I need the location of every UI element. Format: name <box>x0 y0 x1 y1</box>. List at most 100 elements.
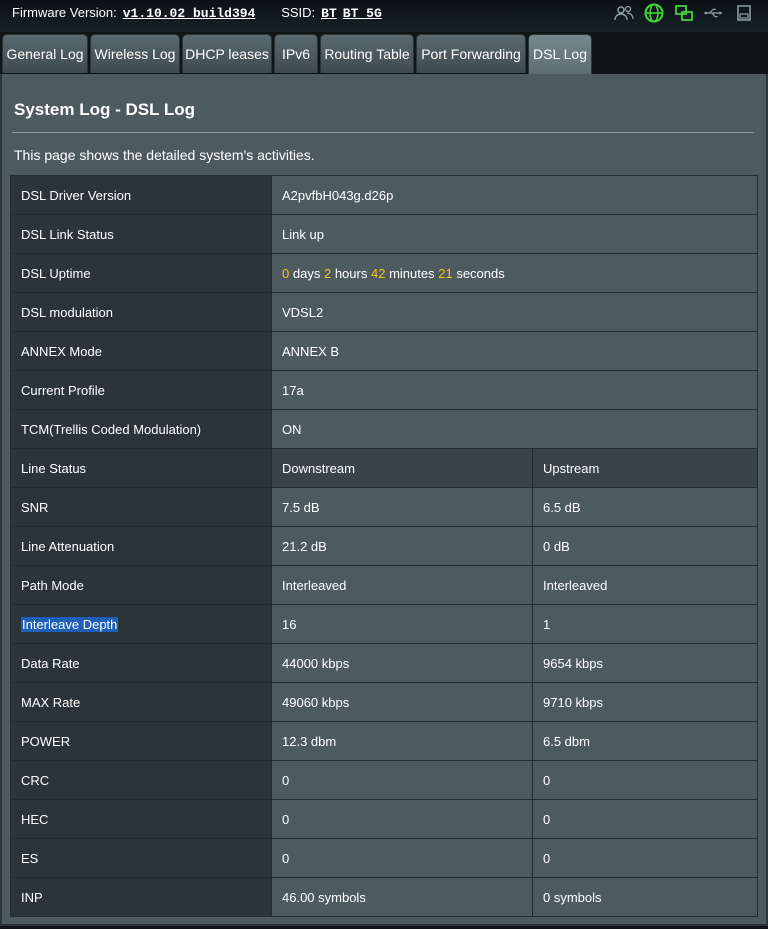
row-value: ANNEX B <box>271 331 758 371</box>
upstream-value: 0 <box>532 838 758 878</box>
ssid-2g-link[interactable]: BT <box>321 6 337 21</box>
uptime-minutes: 42 <box>370 265 386 281</box>
uptime-minutes-unit: minutes <box>389 265 435 281</box>
users-icon[interactable] <box>614 3 634 23</box>
status-icons <box>614 3 754 23</box>
row-label: Current Profile <box>10 370 272 410</box>
row-label: CRC <box>10 760 272 800</box>
table-row: INP 46.00 symbols 0 symbols <box>10 877 758 917</box>
downstream-value: 0 <box>271 799 533 839</box>
row-value: A2pvfbH043g.d26p <box>271 175 758 215</box>
page-title: System Log - DSL Log <box>14 100 196 119</box>
downstream-value: 46.00 symbols <box>271 877 533 917</box>
downstream-value: 44000 kbps <box>271 643 533 683</box>
tab-general-log[interactable]: General Log <box>2 34 88 73</box>
row-label: Line Attenuation <box>10 526 272 566</box>
firmware-label: Firmware Version: <box>12 5 117 20</box>
uptime-seconds: 21 <box>438 265 453 281</box>
dsl-status-table: DSL Driver Version A2pvfbH043g.d26p DSL … <box>10 175 758 917</box>
upstream-value: 0 dB <box>532 526 758 566</box>
dsl-log-panel: System Log - DSL Log This page shows the… <box>0 74 768 926</box>
line-status-header: Line Status Downstream Upstream <box>10 448 758 488</box>
table-row: DSL Driver Version A2pvfbH043g.d26p <box>10 175 758 215</box>
row-label: ES <box>10 838 272 878</box>
table-row: ES 0 0 <box>10 838 758 878</box>
ssid-label: SSID: <box>281 5 316 20</box>
upstream-value: 9654 kbps <box>532 643 758 683</box>
usb-icon[interactable] <box>704 3 724 23</box>
downstream-value: 7.5 dB <box>271 487 533 527</box>
row-label: TCM(Trellis Coded Modulation) <box>10 409 272 449</box>
table-row: Interleave Depth 16 1 <box>10 604 758 644</box>
table-row: Data Rate 44000 kbps 9654 kbps <box>10 643 758 683</box>
table-row: Path Mode Interleaved Interleaved <box>10 565 758 605</box>
uptime-days: 0 <box>282 265 290 281</box>
row-label: Interleave Depth <box>10 604 272 644</box>
table-row: DSL Uptime 0 days 2 hours 42 minutes 21 … <box>10 253 758 293</box>
upstream-value: 9710 kbps <box>532 682 758 722</box>
table-row: DSL modulation VDSL2 <box>10 292 758 332</box>
table-row: ANNEX Mode ANNEX B <box>10 331 758 371</box>
table-row: DSL Link Status Link up <box>10 214 758 254</box>
downstream-value: 21.2 dB <box>271 526 533 566</box>
downstream-value: 0 <box>271 838 533 878</box>
uptime-value: 0 days 2 hours 42 minutes 21 seconds <box>271 253 758 293</box>
row-label: DSL modulation <box>10 292 272 332</box>
row-value: ON <box>271 409 758 449</box>
row-label: ANNEX Mode <box>10 331 272 371</box>
upstream-value: 0 symbols <box>532 877 758 917</box>
row-label: MAX Rate <box>10 682 272 722</box>
header-downstream: Downstream <box>271 448 533 488</box>
row-value: 17a <box>271 370 758 410</box>
downstream-value: Interleaved <box>271 565 533 605</box>
printer-icon[interactable] <box>734 3 754 23</box>
row-label: INP <box>10 877 272 917</box>
table-row: POWER 12.3 dbm 6.5 dbm <box>10 721 758 761</box>
tab-dsl-log[interactable]: DSL Log <box>528 34 592 75</box>
row-value: Link up <box>271 214 758 254</box>
table-row: SNR 7.5 dB 6.5 dB <box>10 487 758 527</box>
upstream-value: 6.5 dbm <box>532 721 758 761</box>
ssid-5g-link[interactable]: BT_5G <box>343 6 382 21</box>
row-label: DSL Driver Version <box>10 175 272 215</box>
network-icon[interactable] <box>674 3 694 23</box>
globe-icon[interactable] <box>644 3 664 23</box>
firmware-version-link[interactable]: v1.10.02_build394 <box>123 6 256 21</box>
uptime-hours-unit: hours <box>334 265 368 281</box>
page-description: This page shows the detailed system's ac… <box>14 147 315 163</box>
downstream-value: 16 <box>271 604 533 644</box>
row-label: Data Rate <box>10 643 272 683</box>
upstream-value: 0 <box>532 799 758 839</box>
header-line-status: Line Status <box>10 448 272 488</box>
table-row: Current Profile 17a <box>10 370 758 410</box>
selected-text: Interleave Depth <box>21 616 119 632</box>
table-row: TCM(Trellis Coded Modulation) ON <box>10 409 758 449</box>
upstream-value: Interleaved <box>532 565 758 605</box>
uptime-days-unit: days <box>292 265 321 281</box>
row-value: VDSL2 <box>271 292 758 332</box>
downstream-value: 12.3 dbm <box>271 721 533 761</box>
firmware-info: Firmware Version: v1.10.02_build394 SSID:… <box>12 5 382 21</box>
row-label: SNR <box>10 487 272 527</box>
top-status-bar: Firmware Version: v1.10.02_build394 SSID:… <box>0 0 768 32</box>
upstream-value: 6.5 dB <box>532 487 758 527</box>
table-row: Line Attenuation 21.2 dB 0 dB <box>10 526 758 566</box>
row-label: DSL Link Status <box>10 214 272 254</box>
title-divider <box>12 132 754 133</box>
uptime-hours: 2 <box>323 265 332 281</box>
tab-port-forwarding[interactable]: Port Forwarding <box>416 34 526 73</box>
upstream-value: 1 <box>532 604 758 644</box>
downstream-value: 49060 kbps <box>271 682 533 722</box>
table-row: CRC 0 0 <box>10 760 758 800</box>
tab-dhcp-leases[interactable]: DHCP leases <box>182 34 272 73</box>
table-row: MAX Rate 49060 kbps 9710 kbps <box>10 682 758 722</box>
tab-ipv6[interactable]: IPv6 <box>274 34 318 73</box>
header-upstream: Upstream <box>532 448 758 488</box>
tab-wireless-log[interactable]: Wireless Log <box>90 34 180 73</box>
tab-routing-table[interactable]: Routing Table <box>320 34 414 73</box>
upstream-value: 0 <box>532 760 758 800</box>
row-label: Path Mode <box>10 565 272 605</box>
table-row: HEC 0 0 <box>10 799 758 839</box>
row-label: POWER <box>10 721 272 761</box>
log-tabs: General Log Wireless Log DHCP leases IPv… <box>0 34 768 75</box>
